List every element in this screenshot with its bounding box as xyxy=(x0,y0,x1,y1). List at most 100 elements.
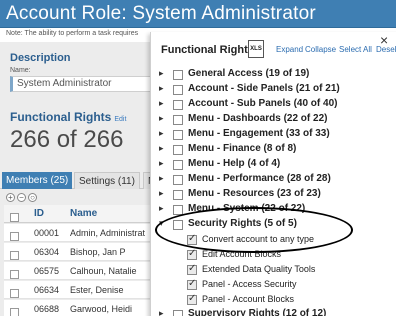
group-label: Menu - Performance (28 of 28) xyxy=(188,173,331,184)
tree-group[interactable]: ▸ General Access (19 of 19) xyxy=(151,68,396,82)
group-checkbox[interactable] xyxy=(173,175,183,185)
group-checkbox[interactable] xyxy=(173,70,183,80)
group-label: Menu - Resources (23 of 23) xyxy=(188,188,321,199)
group-label: Menu - Finance (8 of 8) xyxy=(188,143,297,154)
description-heading: Description xyxy=(10,52,71,64)
select-all-link[interactable]: Select All xyxy=(339,45,372,54)
group-label: Account - Sub Panels (40 of 40) xyxy=(188,98,338,109)
item-label: Extended Data Quality Tools xyxy=(202,264,316,274)
row-id: 06304 xyxy=(34,247,60,257)
expand-arrow-icon[interactable]: ▸ xyxy=(159,188,164,199)
expand-arrow-icon[interactable]: ▸ xyxy=(159,68,164,79)
item-label: Edit Account Blocks xyxy=(202,249,282,259)
tree-group[interactable]: ▸ Account - Side Panels (21 of 21) xyxy=(151,83,396,97)
expand-arrow-icon[interactable]: ▸ xyxy=(159,308,164,316)
tab-settings[interactable]: Settings (11) xyxy=(74,172,140,189)
tab-members[interactable]: Members (25) xyxy=(2,172,73,189)
functional-rights-popup: Functional Rights XLS Expand Collapse Se… xyxy=(150,32,396,316)
group-checkbox[interactable] xyxy=(173,130,183,140)
group-checkbox[interactable] xyxy=(173,205,183,215)
row-name: Garwood, Heidi xyxy=(70,304,133,314)
group-label: Menu - Dashboards (22 of 22) xyxy=(188,113,328,124)
table-row[interactable]: 06304 Bishop, Jan P xyxy=(4,243,160,261)
item-label: Panel - Access Security xyxy=(202,279,297,289)
tree-group[interactable]: ▸ Menu - Resources (23 of 23) xyxy=(151,188,396,202)
row-id: 06634 xyxy=(34,285,60,295)
item-checkbox[interactable] xyxy=(187,278,197,290)
collapse-arrow-icon[interactable]: ▾ xyxy=(159,218,164,229)
row-name: Bishop, Jan P xyxy=(70,247,126,257)
expand-arrow-icon[interactable]: ▸ xyxy=(159,83,164,94)
expand-arrow-icon[interactable]: ▸ xyxy=(159,128,164,139)
tree-group[interactable]: ▸ Account - Sub Panels (40 of 40) xyxy=(151,98,396,112)
title-bar: Account Role: System Administrator xyxy=(0,0,396,28)
table-row[interactable]: 06575 Calhoun, Natalie xyxy=(4,262,160,280)
group-label: Menu - System (22 of 22) xyxy=(188,203,306,214)
name-field-value: System Administrator xyxy=(17,78,112,89)
tree-group[interactable]: ▸ Menu - Help (4 of 4) xyxy=(151,158,396,172)
row-id: 06688 xyxy=(34,304,60,314)
tree-item[interactable]: Convert account to any type xyxy=(151,233,396,247)
table-row[interactable]: 00001 Admin, Administrat xyxy=(4,224,160,242)
name-label: Name: xyxy=(10,67,31,74)
group-checkbox[interactable] xyxy=(173,160,183,170)
tree-item[interactable]: Edit Account Blocks xyxy=(151,248,396,262)
row-id: 06575 xyxy=(34,266,60,276)
functional-rights-count: 266 of 266 xyxy=(10,126,124,153)
tree-item[interactable]: Panel - Access Security xyxy=(151,278,396,292)
tree-group-security[interactable]: ▾ Security Rights (5 of 5) xyxy=(151,218,396,232)
tree-item[interactable]: Panel - Account Blocks xyxy=(151,293,396,307)
group-checkbox[interactable] xyxy=(173,220,183,230)
item-label: Convert account to any type xyxy=(202,234,315,244)
item-checkbox[interactable] xyxy=(187,233,197,245)
group-checkbox[interactable] xyxy=(173,310,183,316)
collapse-link[interactable]: Collapse xyxy=(305,45,336,54)
search-icon[interactable]: ○ xyxy=(28,193,37,202)
expand-arrow-icon[interactable]: ▸ xyxy=(159,203,164,214)
item-label: Panel - Account Blocks xyxy=(202,294,295,304)
group-checkbox[interactable] xyxy=(173,145,183,155)
expand-arrow-icon[interactable]: ▸ xyxy=(159,158,164,169)
tree-group[interactable]: ▸ Menu - Engagement (33 of 33) xyxy=(151,128,396,142)
table-row[interactable]: 06634 Ester, Denise xyxy=(4,281,160,299)
add-icon[interactable]: + xyxy=(6,193,15,202)
expand-arrow-icon[interactable]: ▸ xyxy=(159,173,164,184)
group-label: Supervisory Rights (12 of 12) xyxy=(188,308,327,316)
table-row[interactable]: 06688 Garwood, Heidi xyxy=(4,300,160,316)
group-checkbox[interactable] xyxy=(173,85,183,95)
tree-group[interactable]: ▸ Menu - Performance (28 of 28) xyxy=(151,173,396,187)
group-label: Account - Side Panels (21 of 21) xyxy=(188,83,340,94)
tree-group[interactable]: ▸ Supervisory Rights (12 of 12) xyxy=(151,308,396,316)
row-name: Calhoun, Natalie xyxy=(70,266,137,276)
excel-export-icon[interactable]: XLS xyxy=(248,40,264,58)
group-label: Security Rights (5 of 5) xyxy=(188,218,297,229)
item-checkbox[interactable] xyxy=(187,293,197,305)
header-name[interactable]: Name xyxy=(70,208,97,219)
group-label: Menu - Help (4 of 4) xyxy=(188,158,281,169)
table-header: ID Name xyxy=(4,205,160,223)
remove-icon[interactable]: − xyxy=(17,193,26,202)
item-checkbox[interactable] xyxy=(187,248,197,260)
expand-arrow-icon[interactable]: ▸ xyxy=(159,113,164,124)
name-field[interactable]: System Administrator xyxy=(10,76,160,92)
functional-rights-edit-link[interactable]: Edit xyxy=(114,116,126,123)
row-name: Admin, Administrat xyxy=(70,228,146,238)
group-checkbox[interactable] xyxy=(173,115,183,125)
expand-link[interactable]: Expand xyxy=(276,45,303,54)
row-checkbox[interactable] xyxy=(10,304,19,316)
tab-bar: Members (25) Settings (11) N xyxy=(0,172,160,189)
expand-arrow-icon[interactable]: ▸ xyxy=(159,98,164,109)
expand-arrow-icon[interactable]: ▸ xyxy=(159,143,164,154)
group-checkbox[interactable] xyxy=(173,100,183,110)
group-label: General Access (19 of 19) xyxy=(188,68,310,79)
close-icon[interactable]: × xyxy=(380,32,388,48)
tree-group[interactable]: ▸ Menu - System (22 of 22) xyxy=(151,203,396,217)
tree-group[interactable]: ▸ Menu - Dashboards (22 of 22) xyxy=(151,113,396,127)
item-checkbox[interactable] xyxy=(187,263,197,275)
row-name: Ester, Denise xyxy=(70,285,124,295)
group-checkbox[interactable] xyxy=(173,190,183,200)
tree-item[interactable]: Extended Data Quality Tools xyxy=(151,263,396,277)
tree-group[interactable]: ▸ Menu - Finance (8 of 8) xyxy=(151,143,396,157)
header-id[interactable]: ID xyxy=(34,208,44,219)
page-note: Note: The ability to perform a task requ… xyxy=(6,30,139,37)
